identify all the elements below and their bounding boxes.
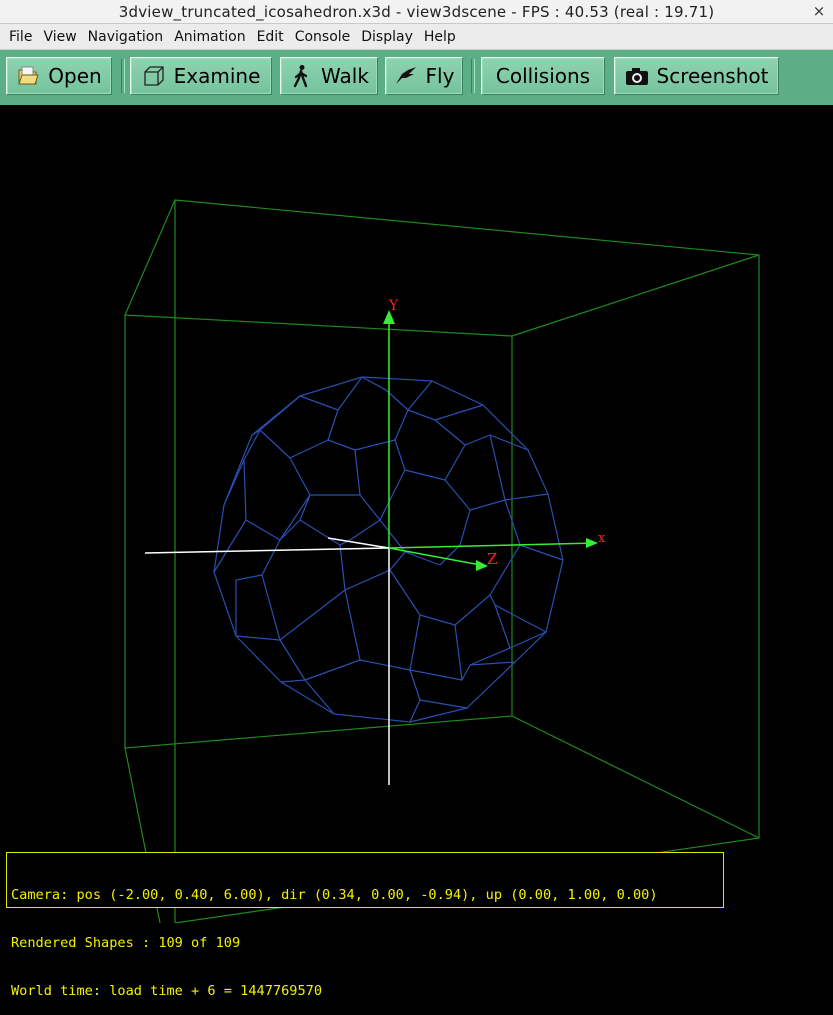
axis-x-positive xyxy=(388,542,597,549)
world-time-info: World time: load time + 6 = 1447769570 xyxy=(11,983,322,999)
toolbar-separator xyxy=(471,59,475,93)
fly-button-label: Fly xyxy=(425,64,455,88)
menu-display[interactable]: Display xyxy=(356,29,418,45)
screenshot-button[interactable]: Screenshot xyxy=(614,57,779,95)
examine-button-label: Examine xyxy=(173,64,261,88)
axis-z-positive xyxy=(388,547,487,567)
menu-navigation[interactable]: Navigation xyxy=(83,29,169,45)
close-icon[interactable]: × xyxy=(811,3,827,19)
menu-file[interactable]: File xyxy=(4,29,37,45)
window-titlebar: 3dview_truncated_icosahedron.x3d - view3… xyxy=(0,0,833,24)
open-button-label: Open xyxy=(48,64,102,88)
toolbar: Open Examine Walk Fly Collisions Screens… xyxy=(0,50,833,105)
status-panel: Camera: pos (-2.00, 0.40, 6.00), dir (0.… xyxy=(6,852,724,999)
axis-z-label: Z xyxy=(487,550,497,568)
coordinate-axes: Y x Z xyxy=(144,298,606,785)
examine-button[interactable]: Examine xyxy=(130,57,272,95)
window-title: 3dview_truncated_icosahedron.x3d - view3… xyxy=(118,2,715,21)
camera-icon xyxy=(625,64,649,88)
axis-x-arrow xyxy=(586,538,598,548)
axis-y-label: Y xyxy=(388,298,399,314)
walk-button[interactable]: Walk xyxy=(280,57,378,95)
screenshot-button-label: Screenshot xyxy=(656,64,769,88)
menu-edit[interactable]: Edit xyxy=(252,29,289,45)
axis-x-label: x xyxy=(598,531,606,546)
toolbar-separator xyxy=(121,59,125,93)
walk-button-label: Walk xyxy=(321,64,369,88)
fly-button[interactable]: Fly xyxy=(385,57,463,95)
3d-viewport[interactable]: Y x Z xyxy=(0,105,833,924)
menu-console[interactable]: Console xyxy=(290,29,356,45)
bounding-box-back-face xyxy=(174,199,760,924)
menu-help[interactable]: Help xyxy=(419,29,461,45)
folder-icon xyxy=(16,64,40,88)
bird-icon xyxy=(394,64,418,88)
menu-animation[interactable]: Animation xyxy=(169,29,250,45)
scene-canvas: Y x Z xyxy=(124,199,760,924)
axis-x-negative xyxy=(144,547,390,554)
collisions-button-label: Collisions xyxy=(495,64,591,88)
rendered-shapes-info: Rendered Shapes : 109 of 109 xyxy=(11,935,241,951)
menu-view[interactable]: View xyxy=(38,29,81,45)
collisions-button[interactable]: Collisions xyxy=(481,57,605,95)
camera-info: Camera: pos (-2.00, 0.40, 6.00), dir (0.… xyxy=(11,887,658,903)
open-button[interactable]: Open xyxy=(6,57,112,95)
menu-bar: File View Navigation Animation Edit Cons… xyxy=(0,24,833,50)
cube-icon xyxy=(142,64,166,88)
walking-person-icon xyxy=(289,64,313,88)
